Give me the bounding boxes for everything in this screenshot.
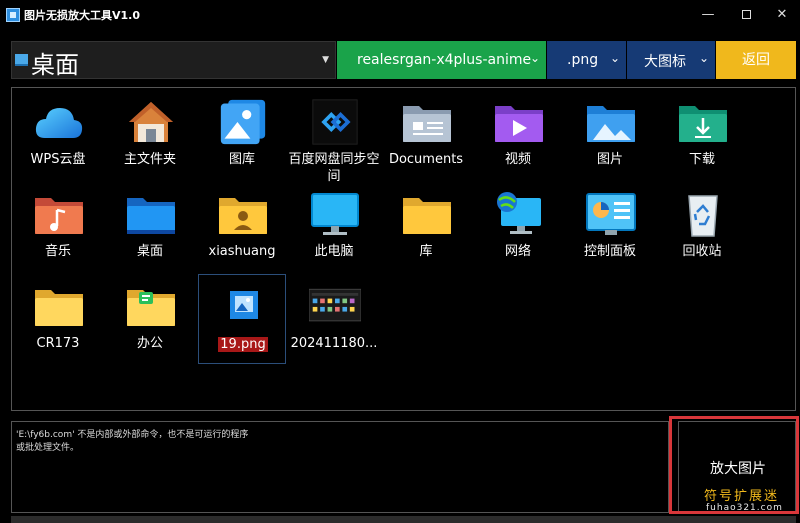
file-item[interactable]: 下载 xyxy=(658,90,746,180)
file-label: 桌面 xyxy=(136,244,163,259)
file-item[interactable]: 图库 xyxy=(198,90,286,180)
network-icon xyxy=(497,192,541,234)
path-dropdown[interactable]: 桌面 ▼ xyxy=(11,41,336,79)
maximize-icon xyxy=(741,10,751,19)
file-label: 办公 xyxy=(136,336,163,351)
watermark-url: fuhao321.com xyxy=(706,503,783,513)
file-label: 图片 xyxy=(596,152,623,167)
file-label: CR173 xyxy=(36,336,80,351)
file-item[interactable]: 视频 xyxy=(474,90,562,180)
close-button[interactable]: ✕ xyxy=(764,0,800,30)
file-label: 视频 xyxy=(504,152,531,167)
file-label: 控制面板 xyxy=(583,244,636,259)
file-label: 百度网盘同步空间 xyxy=(288,152,380,184)
file-item[interactable]: 图片 xyxy=(566,90,654,180)
file-label: 下载 xyxy=(688,152,715,167)
desktop-icon xyxy=(15,54,28,66)
file-item-selected[interactable]: 19.png xyxy=(198,274,286,364)
file-grid: WPS云盘 主文件夹 图库 百度网盘同步空间 Documents 视频 图片 下… xyxy=(11,87,796,411)
file-label: 图库 xyxy=(228,152,255,167)
file-item[interactable]: 此电脑 xyxy=(290,182,378,272)
app-icon xyxy=(6,8,20,22)
file-item[interactable]: xiashuang xyxy=(198,182,286,272)
desktop-folder-icon xyxy=(127,198,175,234)
chevron-down-icon: ⌄ xyxy=(609,51,620,65)
control-panel-icon xyxy=(586,193,636,235)
file-item[interactable]: 音乐 xyxy=(14,182,102,272)
screenshot-thumbnail-icon xyxy=(309,288,361,322)
file-label: 此电脑 xyxy=(314,244,354,259)
file-item[interactable]: 办公 xyxy=(106,274,194,364)
file-label: 库 xyxy=(419,244,433,259)
office-folder-icon xyxy=(127,290,175,326)
this-pc-icon xyxy=(311,193,359,235)
file-item[interactable]: WPS云盘 xyxy=(14,90,102,180)
file-label: 主文件夹 xyxy=(123,152,176,167)
model-value: realesrgan-x4plus-anime xyxy=(357,52,532,68)
format-select[interactable]: .png ⌄ xyxy=(547,41,626,79)
file-label: 回收站 xyxy=(682,244,722,259)
path-text: 桌面 xyxy=(31,51,79,79)
library-folder-icon xyxy=(403,198,451,234)
documents-folder-icon xyxy=(403,106,451,142)
window-title: 图片无损放大工具V1.0 xyxy=(24,9,140,22)
gallery-icon xyxy=(220,99,266,145)
wps-cloud-icon xyxy=(35,108,83,138)
file-label: 202411180... xyxy=(290,336,378,351)
status-strip xyxy=(11,516,796,523)
file-item[interactable]: 回收站 xyxy=(658,182,746,272)
watermark-brand: 符号扩展迷 xyxy=(704,489,780,504)
user-folder-icon xyxy=(219,198,267,234)
model-select[interactable]: realesrgan-x4plus-anime ⌄ xyxy=(337,41,546,79)
videos-folder-icon xyxy=(495,106,543,142)
back-button[interactable]: 返回 xyxy=(716,41,796,79)
downloads-folder-icon xyxy=(679,106,727,142)
title-bar: 图片无损放大工具V1.0 — ✕ xyxy=(0,0,800,30)
file-item[interactable]: 控制面板 xyxy=(566,182,654,272)
file-item[interactable]: 网络 xyxy=(474,182,562,272)
music-folder-icon xyxy=(35,198,83,234)
console-output: 'E:\fy6b.com' 不是内部或外部命令，也不是可运行的程序 或批处理文件… xyxy=(11,421,669,513)
file-label: xiashuang xyxy=(208,244,276,259)
file-label: Documents xyxy=(388,152,464,167)
pictures-folder-icon xyxy=(587,106,635,142)
enlarge-button[interactable]: 放大图片 xyxy=(679,458,797,478)
png-file-icon xyxy=(230,291,258,319)
format-value: .png xyxy=(567,52,599,68)
file-item[interactable]: 百度网盘同步空间 xyxy=(288,90,380,184)
recycle-bin-icon xyxy=(688,195,718,237)
file-item[interactable]: Documents xyxy=(382,90,470,180)
home-icon xyxy=(129,102,173,142)
file-item[interactable]: CR173 xyxy=(14,274,102,364)
console-line: 或批处理文件。 xyxy=(16,443,80,453)
baidu-netdisk-icon xyxy=(312,99,358,145)
file-item[interactable]: 桌面 xyxy=(106,182,194,272)
file-label: WPS云盘 xyxy=(30,152,86,167)
view-value: 大图标 xyxy=(644,54,686,70)
file-label: 网络 xyxy=(504,244,531,259)
file-item[interactable]: 202411180... xyxy=(290,274,378,364)
folder-icon xyxy=(35,290,83,326)
dropdown-arrow-icon: ▼ xyxy=(322,55,329,65)
view-select[interactable]: 大图标 ⌄ xyxy=(627,41,715,79)
minimize-button[interactable]: — xyxy=(690,0,726,30)
file-label-highlight: 19.png xyxy=(218,337,268,352)
file-label: 音乐 xyxy=(44,244,71,259)
console-line: 'E:\fy6b.com' 不是内部或外部命令，也不是可运行的程序 xyxy=(16,430,249,440)
file-label: 19.png xyxy=(193,336,293,353)
chevron-down-icon: ⌄ xyxy=(698,51,709,65)
maximize-button[interactable] xyxy=(728,0,764,30)
file-item[interactable]: 库 xyxy=(382,182,470,272)
file-item[interactable]: 主文件夹 xyxy=(106,90,194,180)
chevron-down-icon: ⌄ xyxy=(529,51,540,65)
